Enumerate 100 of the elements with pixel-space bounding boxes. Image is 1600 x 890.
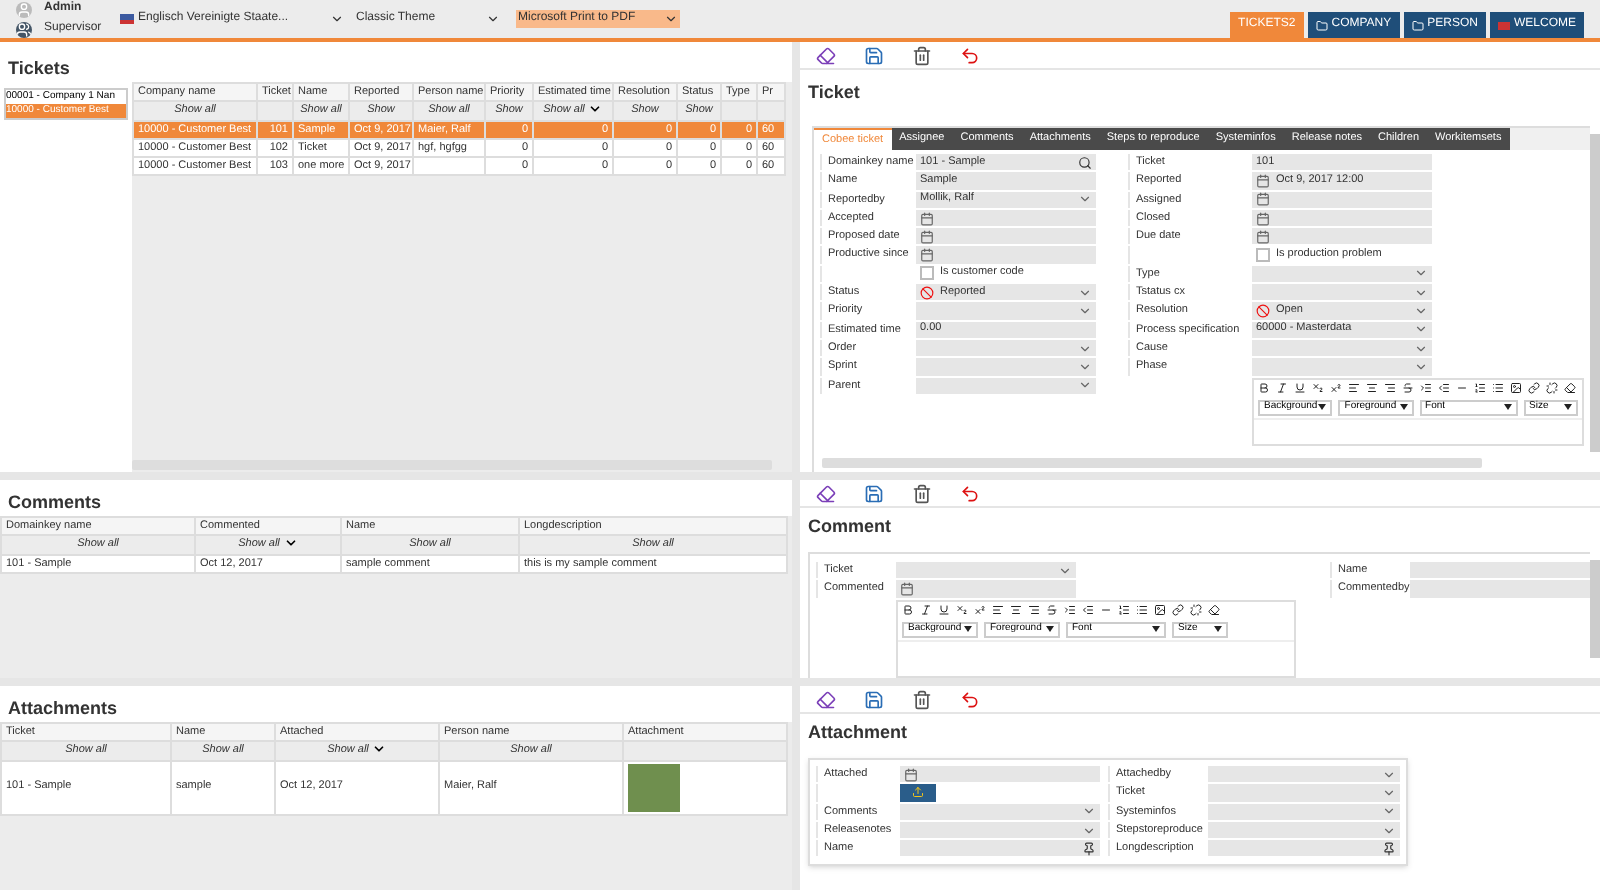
calendar-icon[interactable] bbox=[920, 229, 934, 244]
pin-icon[interactable] bbox=[1082, 841, 1096, 856]
sort-chevron-icon[interactable] bbox=[588, 102, 603, 117]
horizontal-rule-icon[interactable] bbox=[1100, 604, 1112, 617]
eraser-icon[interactable] bbox=[816, 45, 836, 65]
italic-icon[interactable] bbox=[920, 604, 932, 617]
date-field[interactable] bbox=[1252, 228, 1432, 245]
outdent-icon[interactable] bbox=[1082, 604, 1094, 617]
date-field[interactable] bbox=[916, 228, 1096, 245]
calendar-icon[interactable] bbox=[904, 767, 918, 782]
select-field[interactable] bbox=[1208, 766, 1400, 783]
date-field[interactable] bbox=[916, 246, 1096, 264]
subscript-icon[interactable] bbox=[1312, 382, 1324, 395]
calendar-icon[interactable] bbox=[1256, 173, 1270, 188]
unlink-icon[interactable] bbox=[1190, 604, 1202, 617]
search-icon[interactable] bbox=[1078, 155, 1092, 170]
unlink-icon[interactable] bbox=[1546, 382, 1558, 395]
clear-format-icon[interactable] bbox=[1564, 382, 1576, 395]
dropdown-arrow-icon bbox=[1152, 626, 1160, 633]
chevron-down-icon bbox=[330, 12, 344, 26]
filter-cell[interactable] bbox=[757, 101, 785, 120]
select-field[interactable] bbox=[1252, 284, 1432, 301]
align-right-icon[interactable] bbox=[1028, 604, 1040, 617]
clear-format-icon[interactable] bbox=[1208, 604, 1220, 617]
underline-icon[interactable] bbox=[1294, 382, 1306, 395]
indent-icon[interactable] bbox=[1420, 382, 1432, 395]
save-icon[interactable] bbox=[864, 483, 884, 503]
section-title: Comment bbox=[806, 514, 894, 540]
subscript-icon[interactable] bbox=[956, 604, 968, 617]
select-field[interactable] bbox=[1252, 358, 1432, 376]
image-icon[interactable] bbox=[1510, 382, 1522, 395]
save-icon[interactable] bbox=[864, 45, 884, 65]
bullet-list-icon[interactable] bbox=[1136, 604, 1148, 617]
checkbox[interactable] bbox=[1256, 248, 1270, 263]
select-field[interactable] bbox=[896, 562, 1076, 579]
delete-icon[interactable] bbox=[912, 45, 932, 65]
save-icon[interactable] bbox=[864, 689, 884, 709]
folder-icon bbox=[1411, 19, 1424, 31]
text-field[interactable] bbox=[1410, 580, 1590, 598]
indent-icon[interactable] bbox=[1064, 604, 1076, 617]
align-left-icon[interactable] bbox=[1348, 382, 1360, 395]
section-title: Ticket bbox=[806, 80, 862, 106]
pin-icon[interactable] bbox=[1382, 841, 1396, 856]
select-field[interactable] bbox=[1208, 784, 1400, 802]
filter-cell[interactable] bbox=[721, 101, 757, 120]
eraser-icon[interactable] bbox=[816, 483, 836, 503]
bold-icon[interactable] bbox=[1258, 382, 1270, 395]
text-field[interactable] bbox=[1410, 562, 1590, 579]
calendar-icon[interactable] bbox=[1256, 192, 1270, 207]
delete-icon[interactable] bbox=[912, 689, 932, 709]
link-icon[interactable] bbox=[1172, 604, 1184, 617]
select-field[interactable] bbox=[916, 302, 1096, 320]
filter-cell[interactable] bbox=[623, 741, 787, 760]
sort-chevron-icon[interactable] bbox=[372, 742, 387, 757]
undo-icon[interactable] bbox=[960, 689, 980, 709]
align-center-icon[interactable] bbox=[1366, 382, 1378, 395]
calendar-icon[interactable] bbox=[900, 581, 914, 596]
bold-icon[interactable] bbox=[902, 604, 914, 617]
role-icon[interactable] bbox=[16, 21, 32, 37]
checkbox[interactable] bbox=[920, 266, 934, 281]
scrollbar[interactable] bbox=[822, 458, 1482, 468]
superscript-icon[interactable] bbox=[974, 604, 986, 617]
calendar-icon[interactable] bbox=[920, 248, 934, 263]
italic-icon[interactable] bbox=[1276, 382, 1288, 395]
image-icon[interactable] bbox=[1154, 604, 1166, 617]
date-field[interactable] bbox=[900, 766, 1100, 783]
undo-icon[interactable] bbox=[960, 483, 980, 503]
numbered-list-icon[interactable] bbox=[1118, 604, 1130, 617]
scrollbar[interactable] bbox=[1590, 560, 1600, 658]
scrollbar[interactable] bbox=[1590, 134, 1600, 452]
eraser-icon[interactable] bbox=[816, 689, 836, 709]
select-field[interactable] bbox=[916, 358, 1096, 376]
calendar-icon[interactable] bbox=[1256, 229, 1270, 244]
text-field[interactable] bbox=[900, 840, 1100, 857]
section-title: Comments bbox=[6, 490, 104, 516]
text-field[interactable] bbox=[1208, 840, 1400, 857]
chevron-down-icon[interactable] bbox=[1058, 563, 1072, 578]
photo-placeholder[interactable] bbox=[628, 763, 680, 811]
numbered-list-icon[interactable] bbox=[1474, 382, 1486, 395]
horizontal-rule-icon[interactable] bbox=[1456, 382, 1468, 395]
filter-cell[interactable] bbox=[257, 101, 293, 120]
underline-icon[interactable] bbox=[938, 604, 950, 617]
outdent-icon[interactable] bbox=[1438, 382, 1450, 395]
undo-icon[interactable] bbox=[960, 45, 980, 65]
date-field[interactable] bbox=[896, 580, 1076, 598]
scrollbar[interactable] bbox=[132, 460, 772, 470]
strikethrough-icon[interactable] bbox=[1402, 382, 1414, 395]
superscript-icon[interactable] bbox=[1330, 382, 1342, 395]
align-right-icon[interactable] bbox=[1384, 382, 1396, 395]
sort-chevron-icon[interactable] bbox=[283, 536, 298, 551]
link-icon[interactable] bbox=[1528, 382, 1540, 395]
chevron-down-icon[interactable] bbox=[1078, 192, 1092, 207]
chevron-down-icon bbox=[664, 12, 678, 26]
align-left-icon[interactable] bbox=[992, 604, 1004, 617]
delete-icon[interactable] bbox=[912, 483, 932, 503]
align-center-icon[interactable] bbox=[1010, 604, 1022, 617]
calendar-icon[interactable] bbox=[920, 211, 934, 226]
calendar-icon[interactable] bbox=[1256, 211, 1270, 226]
strikethrough-icon[interactable] bbox=[1046, 604, 1058, 617]
bullet-list-icon[interactable] bbox=[1492, 382, 1504, 395]
